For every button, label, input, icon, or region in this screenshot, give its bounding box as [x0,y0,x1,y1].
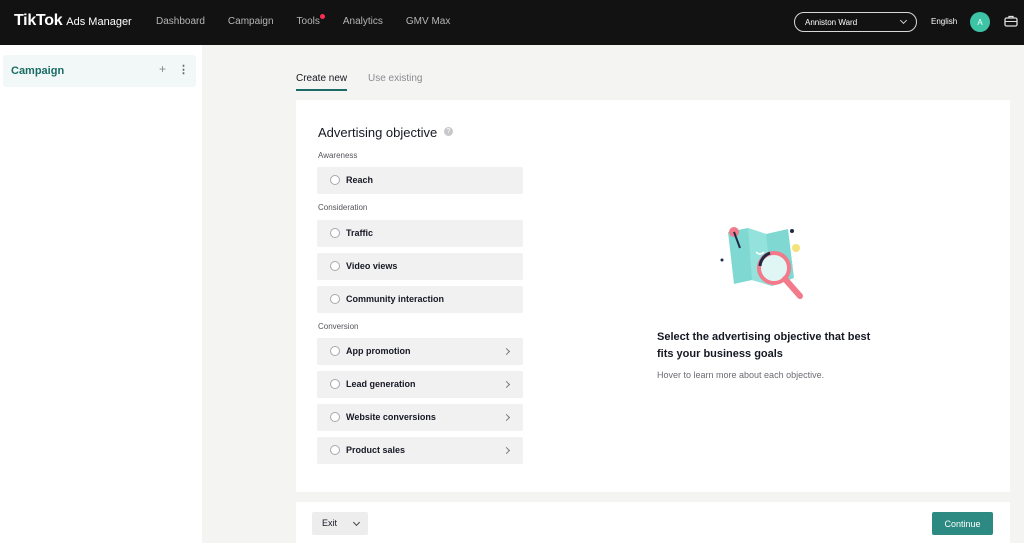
help-icon[interactable]: ? [444,127,453,136]
main-nav: Dashboard Campaign Tools Analytics GMV M… [156,14,473,27]
option-label: Video views [346,261,398,271]
radio-button[interactable] [330,379,340,389]
option-label: Website conversions [346,412,436,422]
chevron-right-icon [502,380,511,389]
group-label-awareness: Awareness [318,151,358,160]
briefcase-icon[interactable] [1004,14,1018,28]
chevron-right-icon [502,446,511,455]
language-selector[interactable]: English [931,17,957,26]
radio-button[interactable] [330,346,340,356]
option-lead-generation[interactable]: Lead generation [317,371,523,398]
chevron-right-icon [502,347,511,356]
brand-subtitle: Ads Manager [66,16,132,28]
option-label: Reach [346,175,374,185]
radio-button[interactable] [330,175,340,185]
notification-dot [319,14,325,19]
radio-button[interactable] [330,445,340,455]
option-label: Traffic [346,228,374,238]
account-name: Anniston Ward [805,17,858,27]
option-label: Lead generation [346,379,416,389]
option-community-interaction[interactable]: Community interaction [317,286,523,313]
chevron-down-icon[interactable] [352,518,361,527]
top-bar: TikTok Ads Manager Dashboard Campaign To… [0,0,1024,45]
chevron-right-icon [502,413,511,422]
option-app-promotion[interactable]: App promotion [317,338,523,365]
objective-title: Advertising objective [318,125,438,140]
option-product-sales[interactable]: Product sales [317,437,523,464]
objective-card: Advertising objective ? Awareness Reach … [296,100,1010,492]
help-panel-subtitle: Hover to learn more about each objective… [657,370,825,380]
plus-icon[interactable]: + [159,62,166,76]
account-selector[interactable]: Anniston Ward [794,12,917,32]
avatar[interactable]: A [970,12,990,32]
option-video-views[interactable]: Video views [317,253,523,280]
group-label-consideration: Consideration [318,203,368,212]
nav-tools[interactable]: Tools [296,14,325,27]
sidebar: Campaign + ⋮ [0,45,202,543]
option-label: Product sales [346,445,406,455]
option-label: App promotion [346,346,411,356]
map-magnifier-illustration [720,227,803,299]
tab-create-new[interactable]: Create new [296,73,347,84]
option-website-conversions[interactable]: Website conversions [317,404,523,431]
active-tab-indicator [296,89,347,91]
continue-button[interactable]: Continue [932,512,993,535]
radio-button[interactable] [330,228,340,238]
nav-gmv-max[interactable]: GMV Max [406,16,450,27]
exit-label: Exit [322,518,338,528]
chevron-down-icon [899,16,908,25]
nav-campaign[interactable]: Campaign [228,16,274,27]
group-label-conversion: Conversion [318,322,359,331]
option-traffic[interactable]: Traffic [317,220,523,247]
footer-bar: Exit Continue [296,502,1010,543]
help-panel-title: Select the advertising objective that be… [657,331,871,360]
brand-logo[interactable]: TikTok Ads Manager [14,12,132,30]
radio-button[interactable] [330,412,340,422]
nav-analytics[interactable]: Analytics [343,16,383,27]
sidebar-item-campaign[interactable]: Campaign + ⋮ [3,55,196,87]
sidebar-item-label: Campaign [11,65,65,77]
tab-use-existing[interactable]: Use existing [368,73,422,84]
option-reach[interactable]: Reach [317,167,523,194]
nav-dashboard[interactable]: Dashboard [156,16,205,27]
nav-tools-label: Tools [296,16,320,27]
brand-wordmark: TikTok [14,12,63,29]
more-icon[interactable]: ⋮ [178,63,189,76]
option-label: Community interaction [346,294,445,304]
radio-button[interactable] [330,261,340,271]
radio-button[interactable] [330,294,340,304]
exit-button[interactable]: Exit [312,512,368,535]
